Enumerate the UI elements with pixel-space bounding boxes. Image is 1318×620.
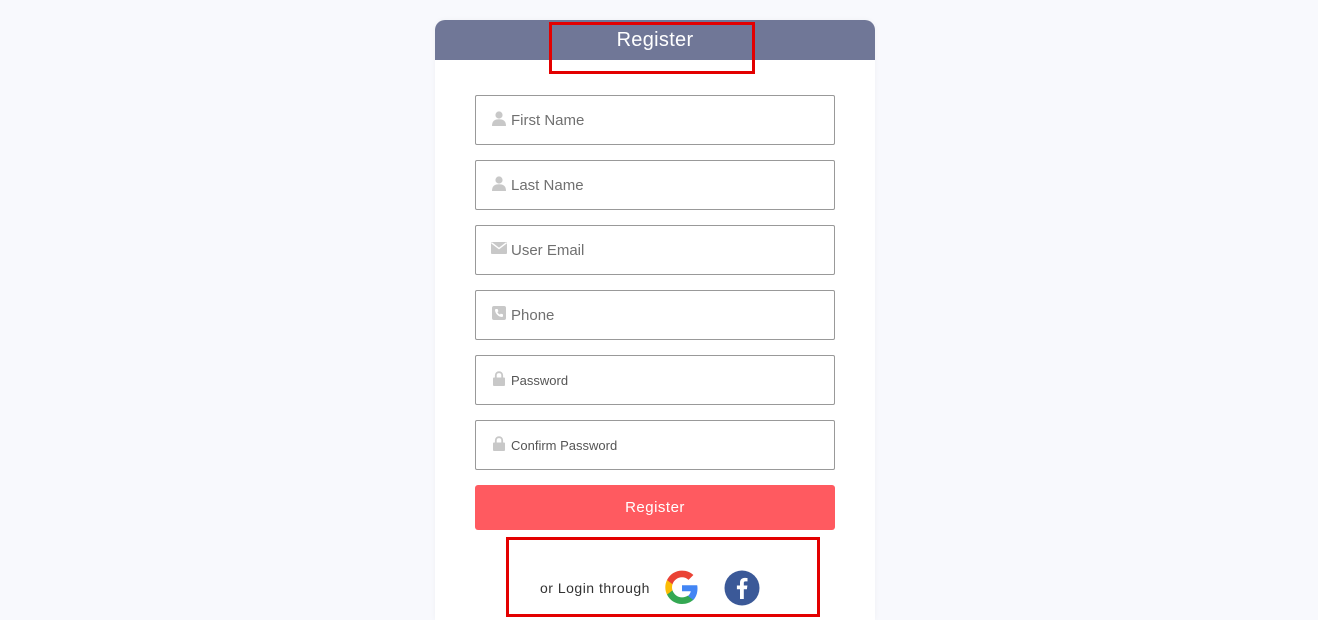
- phone-field[interactable]: [475, 290, 835, 340]
- password-field[interactable]: [475, 355, 835, 405]
- phone-icon: [491, 305, 507, 321]
- facebook-icon[interactable]: [724, 570, 760, 606]
- card-header: Register: [435, 20, 875, 60]
- lock-icon: [491, 370, 507, 386]
- user-email-input[interactable]: [511, 241, 811, 259]
- confirm-password-field[interactable]: [475, 420, 835, 470]
- user-email-field[interactable]: [475, 225, 835, 275]
- social-login: or Login through: [540, 568, 760, 608]
- user-icon: [491, 110, 507, 126]
- social-login-label: or Login through: [540, 580, 650, 596]
- register-button[interactable]: Register: [475, 485, 835, 530]
- last-name-input[interactable]: [511, 176, 811, 194]
- confirm-password-input[interactable]: [511, 437, 811, 453]
- first-name-input[interactable]: [511, 111, 811, 129]
- last-name-field[interactable]: [475, 160, 835, 210]
- lock-icon: [491, 435, 507, 451]
- register-card: Register Register: [435, 20, 875, 620]
- envelope-icon: [491, 240, 507, 256]
- password-input[interactable]: [511, 372, 811, 388]
- google-icon[interactable]: [664, 570, 700, 606]
- user-icon: [491, 175, 507, 191]
- phone-input[interactable]: [511, 306, 811, 324]
- first-name-field[interactable]: [475, 95, 835, 145]
- page-title: Register: [616, 28, 694, 51]
